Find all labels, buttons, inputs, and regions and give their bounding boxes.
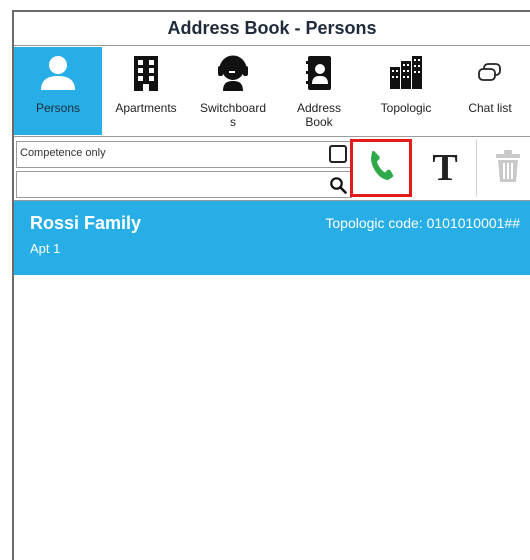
nav-item-switchboards[interactable]: Switchboard s xyxy=(190,47,276,135)
nav-bar: Persons Apartments Switchboard s Address… xyxy=(14,47,530,135)
nav-item-label: Topologic xyxy=(380,101,432,115)
nav-item-label: Persons xyxy=(35,101,81,115)
topologic-code-label: Topologic code: xyxy=(325,215,423,231)
nav-item-persons[interactable]: Persons xyxy=(14,47,102,135)
filter-toolbar: Competence only T xyxy=(14,136,530,200)
call-button[interactable] xyxy=(350,139,412,197)
list-item[interactable]: Rossi Family Apt 1 Topologic code: 01010… xyxy=(14,201,530,275)
nav-item-apartments[interactable]: Apartments xyxy=(102,47,190,135)
persons-list: Rossi Family Apt 1 Topologic code: 01010… xyxy=(14,200,530,560)
address-book-window: Address Book - Persons Persons Apartment… xyxy=(12,10,530,560)
search-icon[interactable] xyxy=(329,176,347,194)
nav-item-label: Address Book xyxy=(296,101,342,129)
competence-filter: Competence only xyxy=(16,141,352,168)
headset-operator-icon xyxy=(215,51,251,95)
building-icon xyxy=(131,51,161,95)
person-name: Rossi Family xyxy=(30,213,142,233)
chat-icon xyxy=(475,51,505,95)
phone-icon xyxy=(368,149,394,188)
apartment-label: Apt 1 xyxy=(30,241,61,256)
competence-label: Competence only xyxy=(20,147,106,159)
window-title: Address Book - Persons xyxy=(14,12,530,46)
nav-item-topologic[interactable]: Topologic xyxy=(362,47,450,135)
nav-item-label: Switchboard s xyxy=(199,101,267,129)
nav-item-label: Apartments xyxy=(115,101,177,115)
address-book-icon xyxy=(304,51,334,95)
topologic-code-value: 0101010001## xyxy=(426,215,520,231)
delete-button[interactable] xyxy=(476,139,530,197)
person-icon xyxy=(38,51,78,95)
search-field xyxy=(16,171,352,198)
nav-item-chat-list[interactable]: Chat list xyxy=(450,47,530,135)
buildings-icon xyxy=(388,51,424,95)
topologic-code: Topologic code: 0101010001## xyxy=(325,215,520,231)
nav-item-label: Chat list xyxy=(468,101,512,115)
text-button[interactable]: T xyxy=(414,139,476,197)
trash-icon xyxy=(495,149,521,188)
nav-item-address-book[interactable]: Address Book xyxy=(276,47,362,135)
search-input[interactable] xyxy=(21,175,321,194)
competence-checkbox[interactable] xyxy=(329,145,347,163)
text-t-icon: T xyxy=(432,147,458,189)
